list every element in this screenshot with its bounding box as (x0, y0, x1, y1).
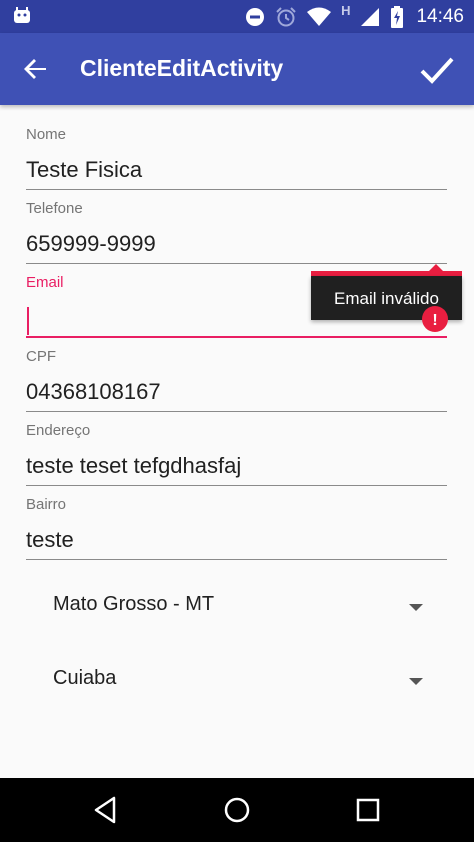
endereco-underline (26, 485, 447, 486)
check-icon[interactable] (418, 51, 456, 89)
bairro-underline (26, 559, 447, 560)
page-title: ClienteEditActivity (80, 55, 284, 81)
telefone-input[interactable]: 659999-9999 (26, 226, 447, 262)
cpf-label: CPF (26, 348, 56, 365)
android-debug-icon (14, 7, 30, 23)
estado-selected: Mato Grosso - MT (53, 593, 215, 615)
endereco-input[interactable]: teste teset tefgdhasfaj (26, 448, 447, 484)
signal-icon (361, 7, 380, 26)
text-cursor (27, 307, 29, 335)
alarm-icon (276, 6, 296, 26)
status-bar: H 14:46 (0, 0, 474, 33)
app-bar: ClienteEditActivity (0, 33, 474, 105)
cpf-input[interactable]: 04368108167 (26, 374, 447, 410)
arrow-back-icon[interactable] (20, 53, 52, 85)
recents-square-icon[interactable] (352, 794, 384, 826)
error-alert-icon[interactable]: ! (422, 306, 448, 332)
cpf-underline (26, 411, 447, 412)
cidade-selected: Cuiaba (53, 667, 117, 689)
bairro-label: Bairro (26, 496, 67, 513)
bairro-input[interactable]: teste (26, 522, 447, 558)
cidade-spinner[interactable]: Cuiaba (26, 657, 447, 707)
do-not-disturb-icon (246, 7, 265, 26)
network-type-indicator: H (341, 3, 351, 18)
status-clock: 14:46 (416, 5, 464, 27)
nome-underline (26, 189, 447, 190)
home-circle-icon[interactable] (221, 794, 253, 826)
telefone-underline (26, 263, 447, 264)
nome-label: Nome (26, 126, 67, 143)
wifi-icon (307, 7, 332, 26)
nome-input[interactable]: Teste Fisica (26, 152, 447, 188)
system-nav-bar (0, 778, 474, 842)
email-label: Email (26, 274, 64, 291)
email-underline (26, 336, 447, 338)
battery-charging-icon (391, 5, 404, 28)
telefone-label: Telefone (26, 200, 83, 217)
back-triangle-icon[interactable] (90, 794, 122, 826)
endereco-label: Endereço (26, 422, 91, 439)
dropdown-arrow-icon (409, 678, 423, 685)
estado-spinner[interactable]: Mato Grosso - MT (26, 583, 447, 633)
dropdown-arrow-icon (409, 604, 423, 611)
